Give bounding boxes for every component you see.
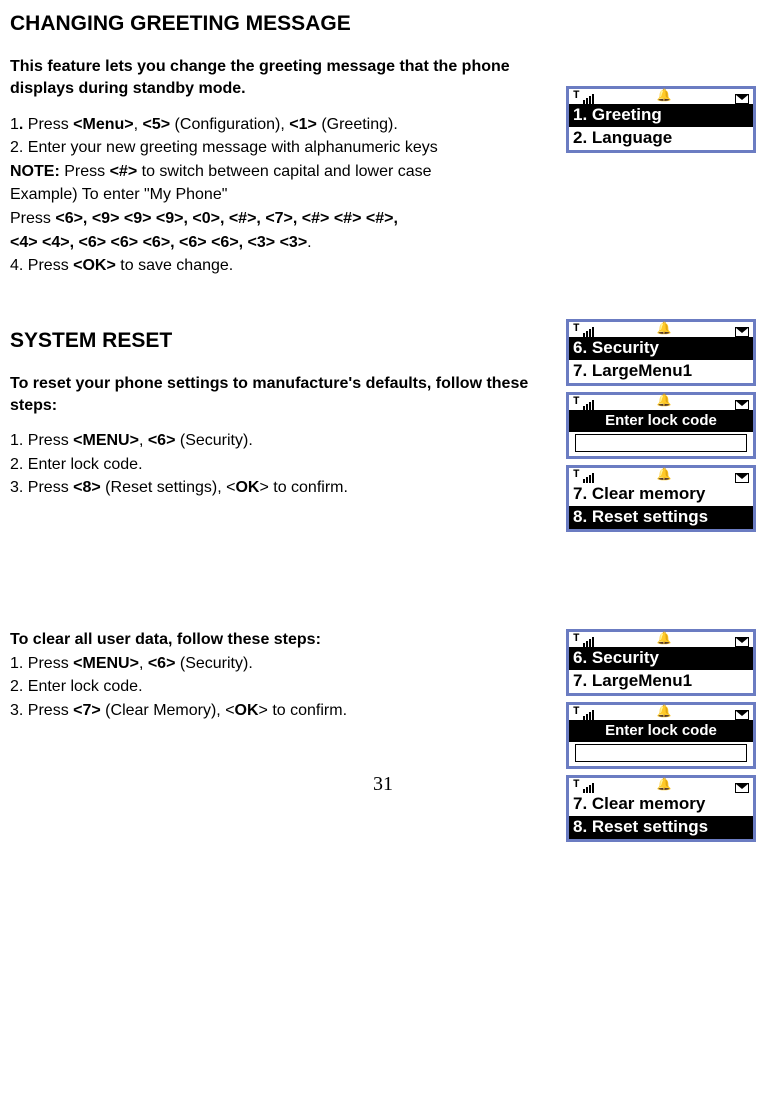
bell-icon: 🔔 — [657, 393, 672, 409]
menu-row-largemenu: 7. LargeMenu1 — [569, 360, 753, 383]
steps-reset: 1. Press <MENU>, <6> (Security). 2. Ente… — [10, 430, 570, 499]
signal-icon: T — [573, 89, 594, 104]
signal-icon: T — [573, 778, 594, 793]
mail-icon — [735, 637, 749, 647]
menu-row-clearmemory: 7. Clear memory — [569, 483, 753, 506]
bell-icon: 🔔 — [657, 88, 672, 104]
lockcode-title: Enter lock code — [569, 410, 753, 432]
status-bar: T 🔔 — [569, 395, 753, 410]
menu-row-resetsettings: 8. Reset settings — [569, 506, 753, 529]
status-bar: T 🔔 — [569, 705, 753, 720]
signal-icon: T — [573, 468, 594, 483]
step-2: 2. Enter your new greeting message with … — [10, 137, 570, 159]
mail-icon — [735, 400, 749, 410]
menu-row-security: 6. Security — [569, 337, 753, 360]
signal-icon: T — [573, 322, 594, 337]
phone-screen-security: T 🔔 6. Security 7. LargeMenu1 — [566, 319, 756, 386]
section-system-reset: T 🔔 6. Security 7. LargeMenu1 T 🔔 Enter … — [10, 327, 756, 499]
mail-icon — [735, 94, 749, 104]
clear-step-1: 1. Press <MENU>, <6> (Security). — [10, 653, 570, 675]
menu-row-clearmemory: 7. Clear memory — [569, 793, 753, 816]
phone-screen-lockcode: T 🔔 Enter lock code — [566, 392, 756, 459]
phone-screen-security2: T 🔔 6. Security 7. LargeMenu1 — [566, 629, 756, 696]
phone-screen-resetsettings2: T 🔔 7. Clear memory 8. Reset settings — [566, 775, 756, 842]
intro-clear: To clear all user data, follow these ste… — [10, 629, 570, 651]
status-bar: T 🔔 — [569, 632, 753, 647]
signal-icon: T — [573, 395, 594, 410]
keys-line-2: <4> <4>, <6> <6> <6>, <6> <6>, <3> <3>. — [10, 232, 570, 254]
clear-step-3: 3. Press <7> (Clear Memory), <OK> to con… — [10, 700, 570, 722]
menu-row-language: 2. Language — [569, 127, 753, 150]
bell-icon: 🔔 — [657, 704, 672, 720]
section-clear-data: T 🔔 6. Security 7. LargeMenu1 T 🔔 Enter … — [10, 629, 756, 721]
note-line: NOTE: Press <#> to switch between capita… — [10, 161, 570, 183]
mail-icon — [735, 783, 749, 793]
bell-icon: 🔔 — [657, 321, 672, 337]
reset-step-1: 1. Press <MENU>, <6> (Security). — [10, 430, 570, 452]
step-4: 4. Press <OK> to save change. — [10, 255, 570, 277]
status-bar: T 🔔 — [569, 468, 753, 483]
mail-icon — [735, 327, 749, 337]
menu-row-greeting: 1. Greeting — [569, 104, 753, 127]
signal-icon: T — [573, 705, 594, 720]
signal-icon: T — [573, 632, 594, 647]
bell-icon: 🔔 — [657, 631, 672, 647]
heading-greeting: CHANGING GREETING MESSAGE — [10, 10, 756, 38]
section-greeting: T 🔔 1. Greeting 2. Language CHANGING GRE… — [10, 10, 756, 277]
screens-greeting: T 🔔 1. Greeting 2. Language — [566, 86, 756, 159]
mail-icon — [735, 710, 749, 720]
status-bar: T 🔔 — [569, 778, 753, 793]
lockcode-input — [575, 744, 747, 762]
phone-screen-lockcode2: T 🔔 Enter lock code — [566, 702, 756, 769]
step-1: 1. Press <Menu>, <5> (Configuration), <1… — [10, 114, 570, 136]
intro-greeting: This feature lets you change the greetin… — [10, 56, 570, 99]
screens-reset: T 🔔 6. Security 7. LargeMenu1 T 🔔 Enter … — [566, 319, 756, 538]
keys-line-1: Press <6>, <9> <9> <9>, <0>, <#>, <7>, <… — [10, 208, 570, 230]
bell-icon: 🔔 — [657, 777, 672, 793]
lockcode-input — [575, 434, 747, 452]
reset-step-3: 3. Press <8> (Reset settings), <OK> to c… — [10, 477, 570, 499]
menu-row-largemenu: 7. LargeMenu1 — [569, 670, 753, 693]
intro-reset: To reset your phone settings to manufact… — [10, 373, 570, 416]
phone-screen-resetsettings: T 🔔 7. Clear memory 8. Reset settings — [566, 465, 756, 532]
lockcode-title: Enter lock code — [569, 720, 753, 742]
screens-clear: T 🔔 6. Security 7. LargeMenu1 T 🔔 Enter … — [566, 629, 756, 848]
phone-screen-greeting: T 🔔 1. Greeting 2. Language — [566, 86, 756, 153]
reset-step-2: 2. Enter lock code. — [10, 454, 570, 476]
steps-clear: 1. Press <MENU>, <6> (Security). 2. Ente… — [10, 653, 570, 722]
status-bar: T 🔔 — [569, 322, 753, 337]
clear-step-2: 2. Enter lock code. — [10, 676, 570, 698]
steps-greeting: 1. Press <Menu>, <5> (Configuration), <1… — [10, 114, 570, 277]
menu-row-security: 6. Security — [569, 647, 753, 670]
bell-icon: 🔔 — [657, 467, 672, 483]
example-line: Example) To enter "My Phone" — [10, 184, 570, 206]
menu-row-resetsettings: 8. Reset settings — [569, 816, 753, 839]
status-bar: T 🔔 — [569, 89, 753, 104]
mail-icon — [735, 473, 749, 483]
